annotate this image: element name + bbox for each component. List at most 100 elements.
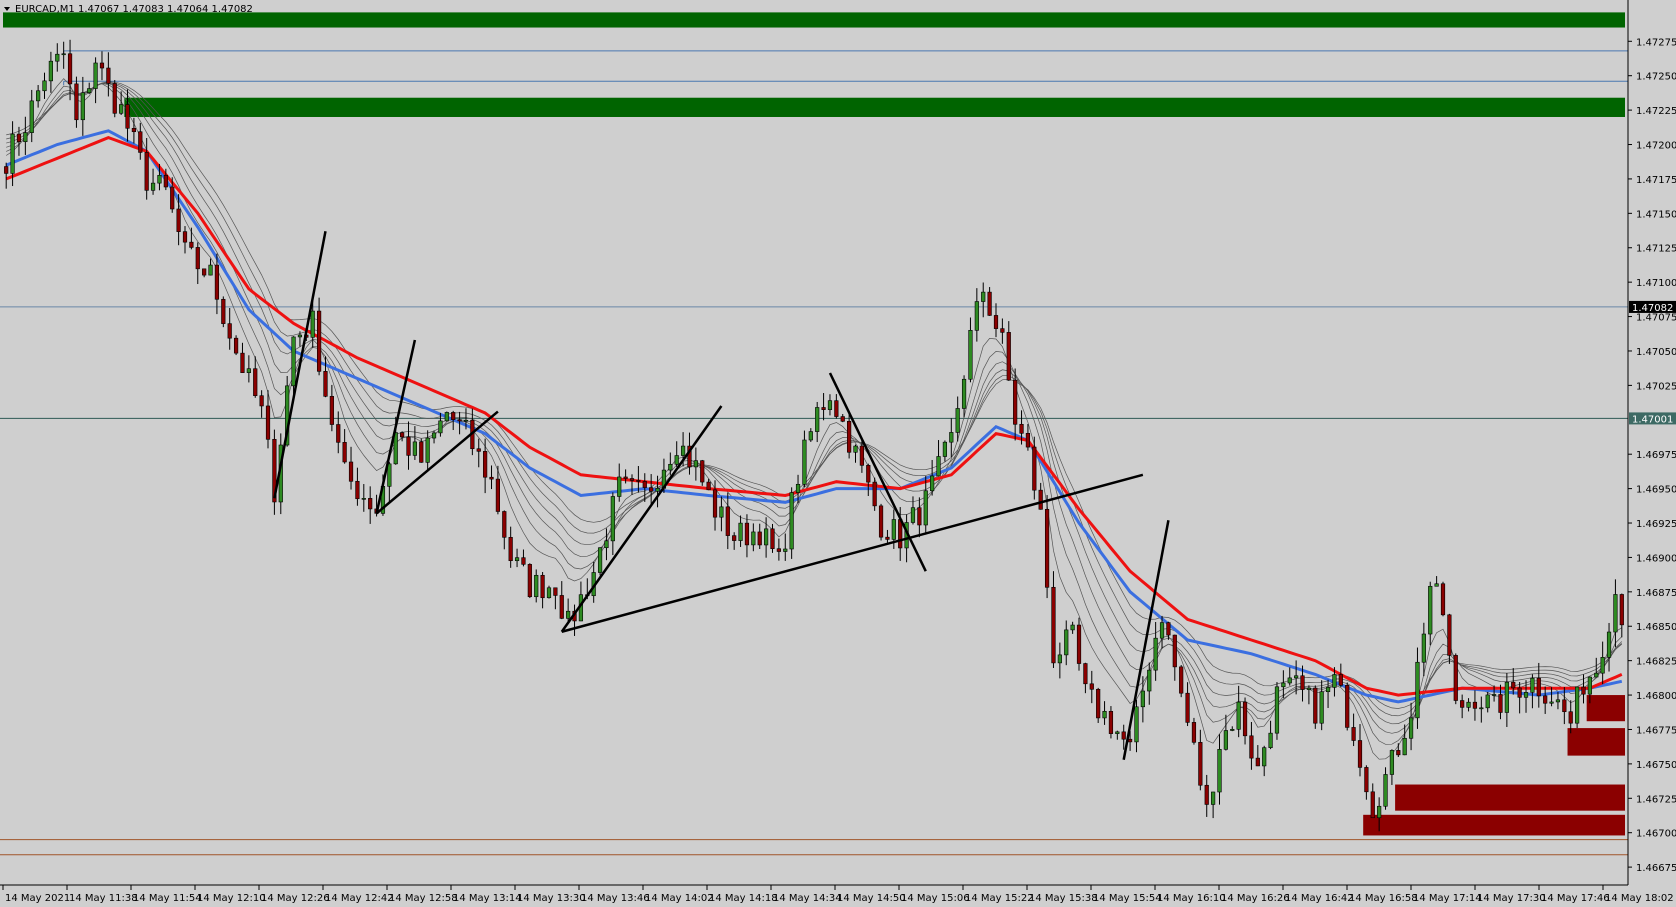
bullish-candle <box>1294 675 1299 679</box>
bullish-candle <box>795 483 801 493</box>
bearish-candle <box>1543 695 1548 704</box>
bullish-candle <box>1325 687 1331 693</box>
time-tick-label: 14 May 11:38 <box>69 893 138 904</box>
time-tick-label: 14 May 2021 <box>5 893 70 904</box>
bullish-candle <box>610 496 615 542</box>
bearish-candle <box>878 505 884 538</box>
bearish-candle <box>706 481 711 491</box>
bearish-candle <box>1108 711 1114 734</box>
bullish-candle <box>955 408 960 433</box>
bullish-candle <box>981 291 986 302</box>
chart-title-bar: EURCAD,M1 1.47067 1.47083 1.47064 1.4708… <box>4 4 253 15</box>
bullish-candle <box>1332 674 1337 688</box>
bearish-candle <box>138 131 143 153</box>
bullish-candle <box>444 412 449 422</box>
bearish-candle <box>1249 735 1254 759</box>
bearish-candle <box>265 405 271 440</box>
bullish-candle <box>668 463 673 471</box>
bullish-candle <box>827 400 833 410</box>
bearish-candle <box>1345 684 1350 728</box>
bearish-candle <box>866 465 871 483</box>
bullish-candle <box>208 264 213 276</box>
bullish-candle <box>1555 699 1561 703</box>
bullish-candle <box>1211 791 1216 805</box>
bullish-candle <box>23 132 28 143</box>
bearish-candle <box>4 166 9 174</box>
bearish-candle <box>1000 328 1005 333</box>
bearish-candle <box>725 506 730 536</box>
bearish-candle <box>495 478 501 512</box>
price-tick-label: 1.47225 <box>1636 106 1676 117</box>
bearish-candle <box>221 298 226 324</box>
bullish-candle <box>1268 732 1273 748</box>
bearish-candle <box>502 511 507 538</box>
bearish-candle <box>744 522 750 546</box>
bearish-candle <box>476 448 481 452</box>
bearish-candle <box>74 83 79 121</box>
bullish-candle <box>42 80 47 92</box>
bearish-candle <box>859 445 864 466</box>
price-tick-label: 1.46675 <box>1636 863 1676 874</box>
bullish-candle <box>936 456 941 477</box>
bullish-candle <box>1383 774 1388 807</box>
bearish-candle <box>1351 727 1356 741</box>
bullish-candle <box>1159 622 1165 639</box>
bullish-candle <box>674 455 679 465</box>
bullish-candle <box>1606 631 1612 658</box>
bearish-candle <box>176 208 181 232</box>
bullish-candle <box>534 574 539 598</box>
bullish-candle <box>87 88 92 94</box>
chart-window[interactable]: 1.47275 1.47250 1.47225 1.47200 1.47175 1.471… <box>0 0 1676 907</box>
bullish-candle <box>566 610 571 619</box>
bullish-candle <box>1306 687 1312 690</box>
bearish-candle <box>629 478 635 481</box>
bullish-candle <box>680 445 686 456</box>
bullish-candle <box>719 506 724 518</box>
bullish-candle <box>1274 686 1280 734</box>
time-tick-label: 14 May 12:26 <box>261 893 330 904</box>
bullish-candle <box>546 587 552 599</box>
time-tick-label: 14 May 12:42 <box>325 893 394 904</box>
bearish-candle <box>1453 655 1458 701</box>
time-tick-label: 14 May 12:58 <box>389 893 458 904</box>
bullish-candle <box>387 463 392 487</box>
bearish-candle <box>559 595 564 619</box>
bearish-candle <box>993 315 999 329</box>
demand-zone <box>1567 728 1625 756</box>
chart-canvas[interactable]: 1.47275 1.47250 1.47225 1.47200 1.47175 1.471… <box>0 0 1676 907</box>
price-tick-label: 1.46700 <box>1636 829 1676 840</box>
bearish-candle <box>821 407 826 410</box>
bullish-candle <box>291 336 296 387</box>
bullish-candle <box>923 490 928 526</box>
bullish-candle <box>1504 681 1509 713</box>
bearish-candle <box>1562 699 1567 713</box>
bearish-candle <box>1619 594 1624 626</box>
bullish-candle <box>48 60 53 82</box>
bearish-candle <box>1204 784 1209 805</box>
bullish-candle <box>891 519 896 540</box>
bullish-candle <box>36 90 41 102</box>
demand-zone <box>1363 814 1625 836</box>
demand-zone <box>1395 784 1625 811</box>
time-tick-label: 14 May 14:50 <box>837 893 906 904</box>
bullish-candle <box>150 182 156 191</box>
bearish-candle <box>527 564 532 598</box>
bearish-candle <box>1013 379 1018 425</box>
bearish-candle <box>1517 687 1522 698</box>
bearish-candle <box>457 419 462 422</box>
bearish-candle <box>1198 742 1203 786</box>
svg-text:1.47001: 1.47001 <box>1632 414 1673 425</box>
bullish-candle <box>974 301 979 331</box>
bullish-candle <box>738 522 743 541</box>
bearish-candle <box>483 451 488 478</box>
bullish-candle <box>1466 701 1471 708</box>
bullish-candle <box>1415 661 1420 719</box>
time-tick-label: 14 May 11:54 <box>133 893 202 904</box>
bearish-candle <box>649 487 654 492</box>
price-tick-label: 1.47250 <box>1636 72 1676 83</box>
time-tick-label: 14 May 13:30 <box>517 893 586 904</box>
bullish-candle <box>853 445 858 453</box>
time-tick-label: 14 May 15:06 <box>901 893 970 904</box>
supply-zone <box>124 97 1626 117</box>
bearish-candle <box>1089 683 1094 690</box>
